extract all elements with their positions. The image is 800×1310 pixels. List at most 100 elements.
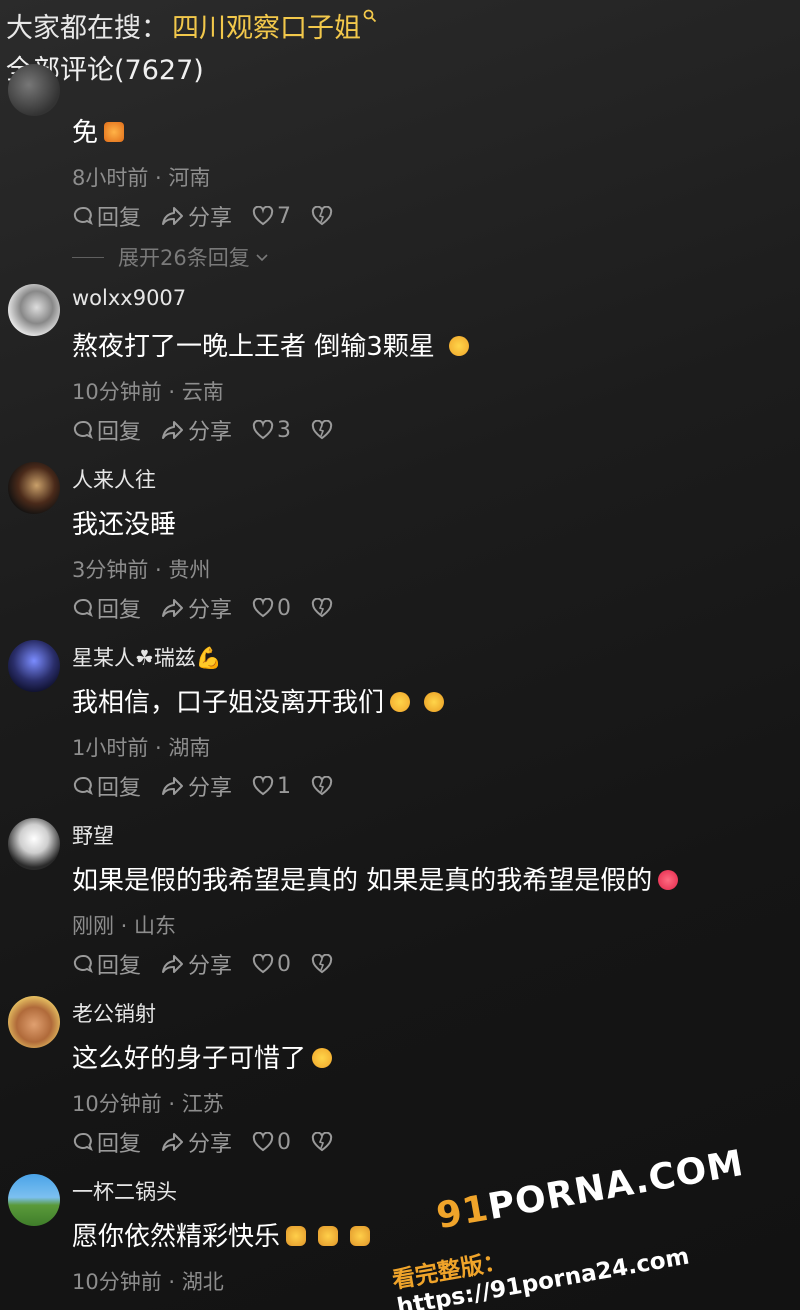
thinking-face-emoji-icon [424, 691, 445, 712]
like-button[interactable]: 3 [252, 418, 291, 443]
dislike-icon [311, 1132, 333, 1152]
reply-icon [73, 776, 93, 796]
reply-button[interactable]: 回复 [72, 948, 141, 980]
avatar[interactable] [8, 818, 60, 870]
reply-icon [73, 206, 93, 226]
share-label: 分享 [188, 420, 233, 445]
like-count: 7 [277, 203, 292, 229]
folded-hands-emoji-icon [286, 1225, 307, 1246]
comment-text-body: 如果是假的我希望是真的 如果是真的我希望是假的 [72, 866, 653, 896]
like-button[interactable]: 0 [252, 952, 291, 977]
dislike-icon [311, 206, 333, 226]
avatar[interactable] [8, 996, 60, 1048]
comment-text: 我相信，口子姐没离开我们 [72, 682, 445, 719]
like-button[interactable]: 0 [252, 1130, 291, 1155]
avatar[interactable] [8, 284, 60, 336]
share-button[interactable]: 分享 [161, 1126, 232, 1158]
avatar[interactable] [8, 64, 60, 116]
share-button[interactable]: 分享 [161, 948, 232, 980]
comment-username[interactable]: 人来人往 [72, 464, 156, 494]
avatar[interactable] [8, 462, 60, 514]
comment-meta: 1小时前 · 湖南 [72, 736, 211, 760]
comment-username[interactable]: 一杯二锅头 [72, 1176, 177, 1206]
folded-hands-emoji-icon [318, 1225, 339, 1246]
like-button[interactable]: 0 [252, 596, 291, 621]
share-icon [162, 1133, 184, 1151]
reply-button[interactable]: 回复 [72, 1126, 141, 1158]
comment-actions: 回复 分享 0 [72, 592, 356, 624]
comment-username[interactable]: 星某人☘瑞兹💪 [72, 642, 222, 672]
search-term-link[interactable]: 四川观察口子姐 [172, 6, 361, 45]
like-icon [252, 1132, 274, 1152]
share-label: 分享 [188, 776, 233, 801]
share-button[interactable]: 分享 [161, 414, 232, 446]
comment-username[interactable]: wolxx9007 [72, 286, 186, 310]
like-icon [252, 776, 274, 796]
dislike-icon [311, 954, 333, 974]
reply-icon [73, 420, 93, 440]
like-count: 0 [277, 1129, 292, 1155]
avatar[interactable] [8, 1174, 60, 1226]
comment-username[interactable]: 野望 [72, 820, 114, 850]
like-icon [252, 206, 274, 226]
reply-button[interactable]: 回复 [72, 592, 141, 624]
comment-text: 愿你依然精彩快乐 [72, 1216, 371, 1253]
reply-icon [73, 1132, 93, 1152]
comment-text-body: 我相信，口子姐没离开我们 [72, 688, 385, 718]
comment-actions: 回复 分享 3 [72, 414, 356, 446]
like-icon [252, 598, 274, 618]
like-button[interactable]: 1 [252, 774, 291, 799]
like-icon [252, 420, 274, 440]
reply-label: 回复 [97, 598, 142, 623]
reply-label: 回复 [97, 776, 142, 801]
reply-label: 回复 [97, 206, 142, 231]
share-icon [162, 599, 184, 617]
reply-icon [73, 598, 93, 618]
comment-text-body: 愿你依然精彩快乐 [72, 1222, 281, 1252]
dislike-button[interactable] [311, 598, 336, 618]
like-icon [252, 954, 274, 974]
red-heart-emoji-icon [658, 869, 679, 890]
divider [72, 256, 104, 258]
dislike-button[interactable] [311, 420, 336, 440]
dislike-button[interactable] [311, 1132, 336, 1152]
comment-actions: 回复 分享 1 [72, 770, 356, 802]
share-label: 分享 [188, 954, 233, 979]
share-button[interactable]: 分享 [161, 770, 232, 802]
dislike-button[interactable] [311, 776, 336, 796]
like-count: 1 [277, 773, 292, 799]
comment-text: 这么好的身子可惜了 [72, 1038, 333, 1075]
reply-button[interactable]: 回复 [72, 770, 141, 802]
comment-text: 免 [72, 112, 125, 149]
like-count: 0 [277, 951, 292, 977]
dislike-icon [311, 776, 333, 796]
folded-hands-emoji-icon [350, 1225, 371, 1246]
share-label: 分享 [188, 598, 233, 623]
chevron-down-icon [256, 254, 268, 262]
comment-username[interactable]: 老公销射 [72, 998, 156, 1028]
share-button[interactable]: 分享 [161, 592, 232, 624]
reply-button[interactable]: 回复 [72, 414, 141, 446]
expand-replies-label: 展开26条回复 [118, 246, 250, 270]
expand-replies-button[interactable]: 展开26条回复 [72, 242, 270, 272]
comment-actions: 回复 分享 0 [72, 1126, 356, 1158]
dislike-icon [311, 420, 333, 440]
comment-actions: 回复 分享 0 [72, 948, 356, 980]
reply-button[interactable]: 回复 [72, 200, 141, 232]
search-icon[interactable] [363, 8, 377, 27]
comment-meta: 10分钟前 · 江苏 [72, 1092, 224, 1116]
comment-actions: 回复 分享 7 [72, 200, 356, 232]
search-bar[interactable]: 大家都在搜： 四川观察口子姐 [6, 6, 377, 44]
reply-icon [73, 954, 93, 974]
dislike-icon [311, 598, 333, 618]
comment-meta: 8小时前 · 河南 [72, 166, 211, 190]
comment-meta: 3分钟前 · 贵州 [72, 558, 211, 582]
comment-text-body: 这么好的身子可惜了 [72, 1044, 307, 1074]
search-label: 大家都在搜： [6, 12, 168, 44]
share-button[interactable]: 分享 [161, 200, 232, 232]
comment-text: 熬夜打了一晚上王者 倒输3颗星 [72, 326, 469, 363]
avatar[interactable] [8, 640, 60, 692]
dislike-button[interactable] [311, 206, 336, 226]
dislike-button[interactable] [311, 954, 336, 974]
like-button[interactable]: 7 [252, 204, 291, 229]
